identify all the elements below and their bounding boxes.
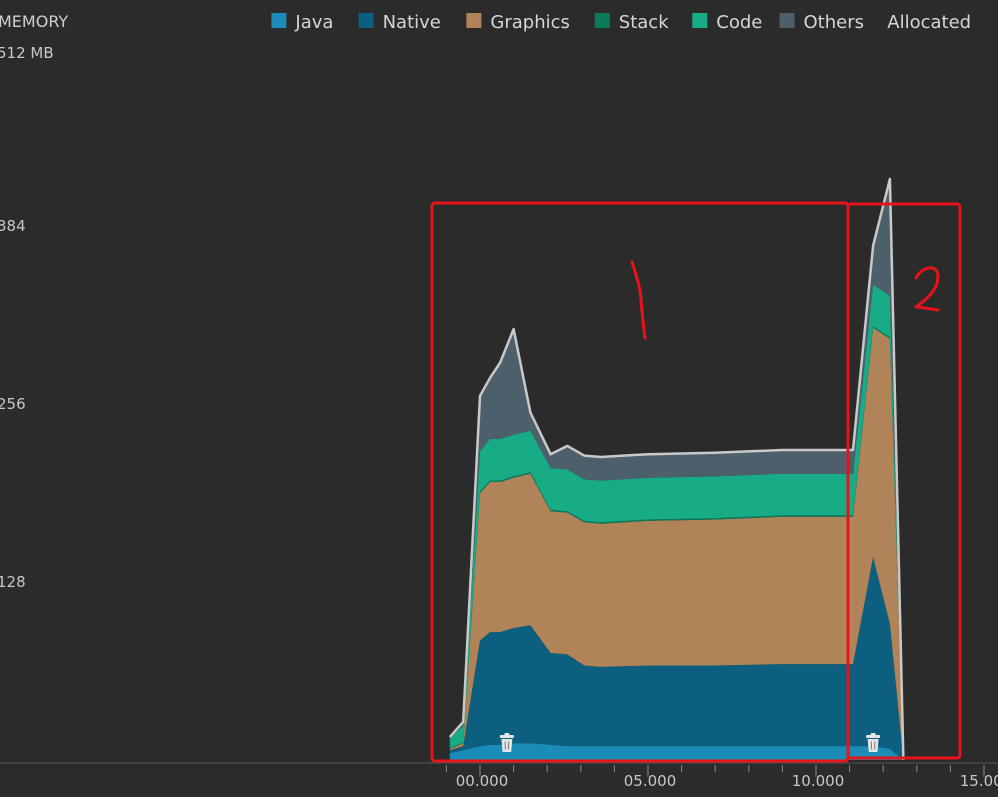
- legend-item-native: Native: [358, 12, 441, 33]
- legend-swatch-code: [692, 13, 708, 28]
- legend-item-allocated: Allocated: [887, 12, 971, 33]
- memory-chart: MEMORY 512 MB 384 256 128 00.000 05.000 10.000 1…: [0, 0, 998, 797]
- x-tick-label-0: 00.000: [456, 772, 509, 790]
- legend-item-graphics: Graphics: [466, 12, 570, 33]
- x-tick-label-15: 15.000: [960, 772, 998, 790]
- legend-item-code: Code: [692, 12, 762, 33]
- legend-label-allocated: Allocated: [887, 12, 971, 33]
- x-tick-label-10: 10.000: [792, 772, 845, 790]
- y-tick-label-256: 256: [0, 395, 26, 413]
- legend-item-stack: Stack: [594, 12, 669, 33]
- legend-item-java: Java: [271, 12, 333, 33]
- legend-label-graphics: Graphics: [490, 12, 570, 33]
- annotation-label-1: [630, 260, 647, 340]
- legend-item-others: Others: [779, 12, 865, 33]
- legend-label-others: Others: [804, 12, 865, 33]
- legend-swatch-java: [271, 13, 287, 28]
- legend-swatch-native: [358, 13, 374, 28]
- legend-label-stack: Stack: [619, 12, 669, 33]
- trash-handle: [870, 733, 876, 736]
- legend-swatch-stack: [594, 13, 610, 28]
- legend-label-native: Native: [383, 12, 441, 33]
- legend-swatch-graphics: [466, 13, 482, 28]
- legend-label-java: Java: [294, 12, 333, 33]
- y-tick-label-384: 384: [0, 217, 26, 235]
- x-tick-label-5: 05.000: [624, 772, 677, 790]
- legend-swatch-others: [779, 13, 795, 28]
- chart-title: MEMORY: [0, 12, 68, 31]
- annotation-label-2: [914, 266, 940, 312]
- y-tick-label-128: 128: [0, 573, 26, 591]
- memory-chart-svg: MEMORY 512 MB 384 256 128 00.000 05.000 10.000 1…: [0, 12, 998, 790]
- y-tick-label-512: 512 MB: [0, 44, 54, 62]
- trash-body: [867, 739, 879, 752]
- trash-body: [501, 739, 513, 752]
- legend-label-code: Code: [716, 12, 762, 33]
- trash-handle: [504, 733, 510, 736]
